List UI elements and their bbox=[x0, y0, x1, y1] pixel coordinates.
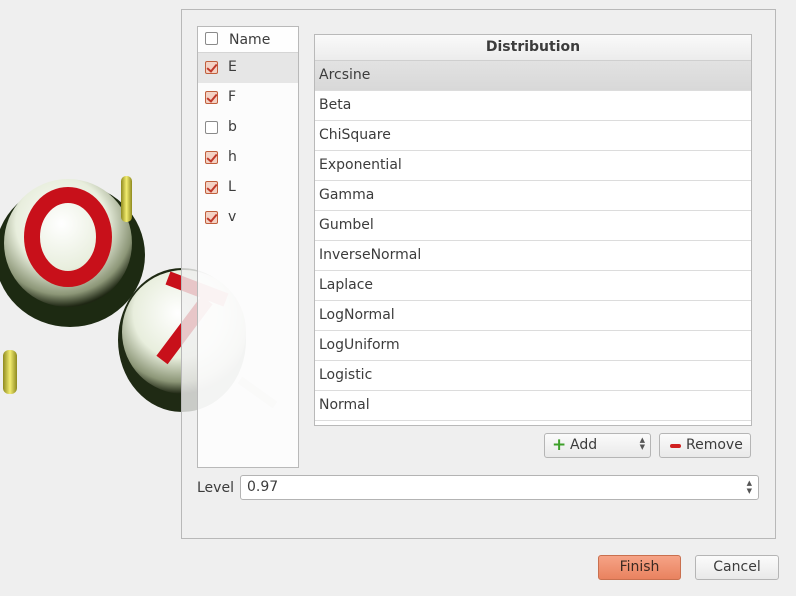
name-item-checkbox[interactable] bbox=[205, 151, 218, 164]
name-item-label: E bbox=[228, 59, 237, 75]
cancel-button[interactable]: Cancel bbox=[695, 555, 779, 580]
name-list[interactable]: Name EFbhLv bbox=[197, 26, 299, 468]
distribution-row[interactable]: LogUniform bbox=[315, 331, 751, 361]
select-all-checkbox[interactable] bbox=[205, 32, 218, 45]
distribution-header: Distribution bbox=[315, 35, 751, 61]
name-item-checkbox[interactable] bbox=[205, 61, 218, 74]
name-item-checkbox[interactable] bbox=[205, 91, 218, 104]
name-item-label: v bbox=[228, 209, 237, 225]
distribution-row[interactable]: Beta bbox=[315, 91, 751, 121]
level-label: Level bbox=[197, 480, 234, 496]
name-item-label: F bbox=[228, 89, 237, 105]
name-item-label: b bbox=[228, 119, 237, 135]
name-item[interactable]: h bbox=[198, 143, 298, 173]
distribution-row[interactable]: Arcsine bbox=[315, 61, 751, 91]
distribution-row[interactable]: Laplace bbox=[315, 271, 751, 301]
name-item-label: h bbox=[228, 149, 237, 165]
name-item[interactable]: F bbox=[198, 83, 298, 113]
remove-button-label: Remove bbox=[686, 437, 743, 453]
distribution-row[interactable]: Normal bbox=[315, 391, 751, 421]
dropdown-arrows-icon: ▲ ▼ bbox=[639, 436, 645, 451]
distribution-row[interactable]: Gamma bbox=[315, 181, 751, 211]
name-list-header: Name bbox=[198, 27, 298, 53]
distribution-row[interactable]: Gumbel bbox=[315, 211, 751, 241]
plus-icon: + bbox=[552, 435, 567, 455]
spin-arrows-icon[interactable]: ▲ ▼ bbox=[747, 479, 752, 495]
distribution-row[interactable]: Logistic bbox=[315, 361, 751, 391]
name-item-label: L bbox=[228, 179, 236, 195]
finish-button[interactable]: Finish bbox=[598, 555, 681, 580]
name-item[interactable]: v bbox=[198, 203, 298, 233]
distribution-row[interactable]: LogNormal bbox=[315, 301, 751, 331]
name-item[interactable]: L bbox=[198, 173, 298, 203]
add-button-label: Add bbox=[570, 437, 598, 453]
remove-button[interactable]: Remove bbox=[659, 433, 751, 458]
name-item-checkbox[interactable] bbox=[205, 121, 218, 134]
add-button[interactable]: + Add ▲ ▼ bbox=[544, 433, 651, 458]
name-item[interactable]: b bbox=[198, 113, 298, 143]
distribution-row[interactable]: Exponential bbox=[315, 151, 751, 181]
minus-icon bbox=[670, 444, 681, 448]
distribution-table[interactable]: Distribution Arcsine Beta ChiSquare Exponen… bbox=[314, 34, 752, 426]
name-item[interactable]: E bbox=[198, 53, 298, 83]
name-item-checkbox[interactable] bbox=[205, 181, 218, 194]
level-value: 0.97 bbox=[247, 479, 279, 495]
level-spinbox[interactable]: 0.97 ▲ ▼ bbox=[240, 475, 759, 500]
distribution-row[interactable]: ChiSquare bbox=[315, 121, 751, 151]
name-item-checkbox[interactable] bbox=[205, 211, 218, 224]
distribution-row[interactable]: InverseNormal bbox=[315, 241, 751, 271]
name-header-label: Name bbox=[229, 32, 271, 48]
